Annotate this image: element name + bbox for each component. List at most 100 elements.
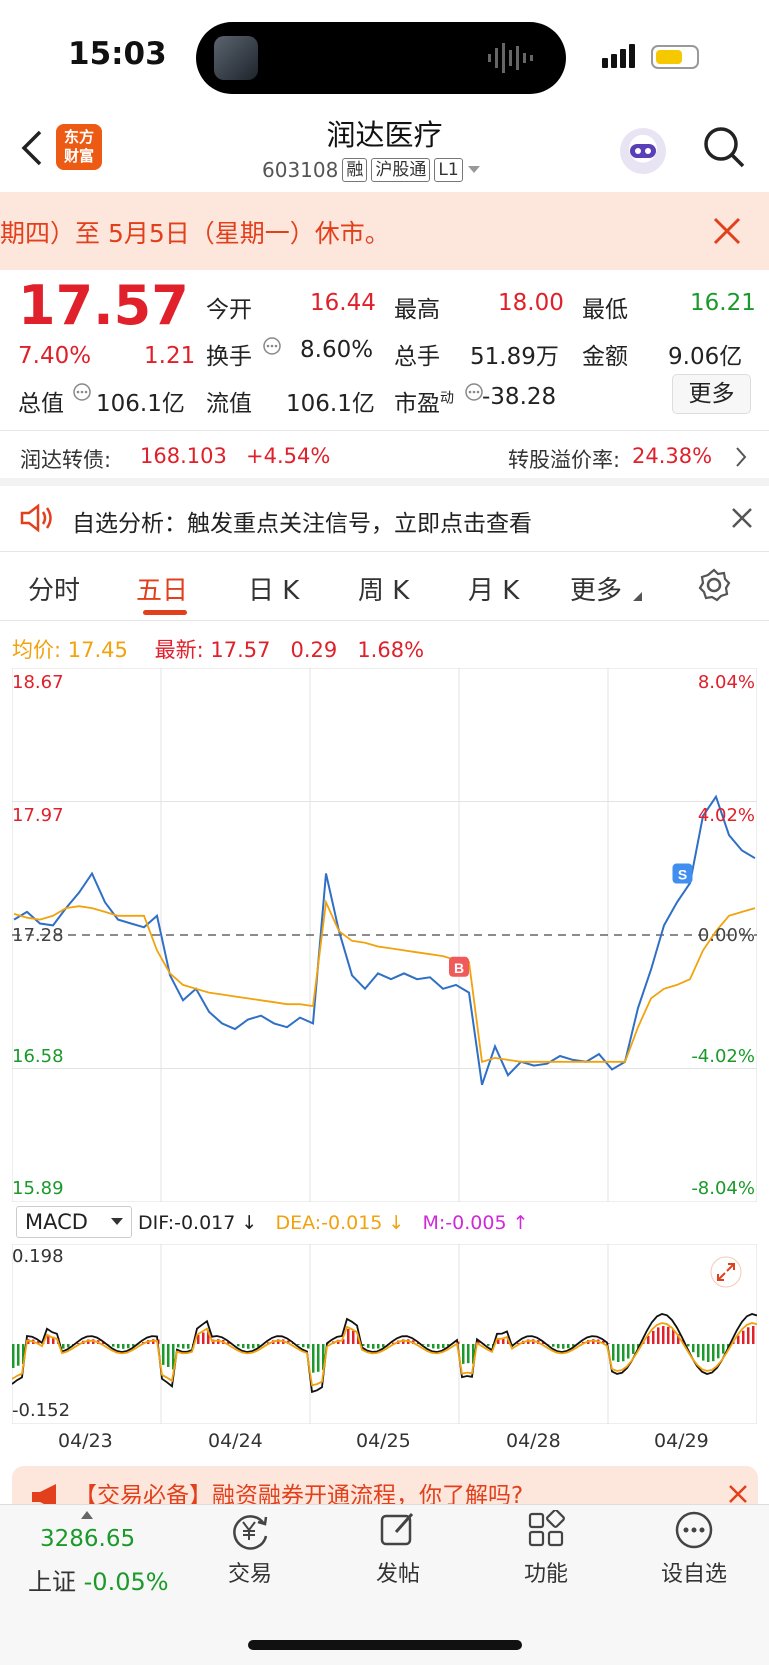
caret-down-icon xyxy=(111,1218,123,1225)
macd-bar xyxy=(437,1344,440,1349)
caret-down-icon xyxy=(633,592,642,601)
premium-value: 24.38% xyxy=(632,444,713,468)
macd-bar xyxy=(122,1344,125,1349)
active-tab-indicator xyxy=(143,610,187,615)
more-dots-icon[interactable] xyxy=(262,336,282,356)
y-tick-left: 16.58 xyxy=(12,1046,64,1067)
more-dots-icon[interactable] xyxy=(464,382,484,402)
macd-bar xyxy=(377,1344,380,1349)
macd-bar xyxy=(627,1344,630,1359)
robot-assistant-icon[interactable] xyxy=(620,128,666,174)
y-tick-left: 15.89 xyxy=(12,1178,64,1199)
caret-up-icon[interactable] xyxy=(80,1510,94,1520)
y-tick-right: -4.02% xyxy=(691,1046,755,1067)
close-icon[interactable] xyxy=(712,216,742,246)
macd-bar xyxy=(17,1344,20,1366)
connect-tag: 沪股通 xyxy=(371,158,431,182)
macd-bar xyxy=(432,1344,435,1349)
y-tick-left: 17.28 xyxy=(12,925,64,946)
y-tick-left: 17.97 xyxy=(12,805,64,826)
high-value: 18.00 xyxy=(498,290,564,316)
analysis-text[interactable]: 自选分析：触发重点关注信号，立即点击查看 xyxy=(72,504,532,538)
macd-bar xyxy=(752,1326,755,1344)
macd-chart[interactable] xyxy=(12,1244,757,1424)
index-value[interactable]: 3286.65 xyxy=(40,1526,135,1552)
macd-bar xyxy=(167,1344,170,1367)
macd-bar xyxy=(467,1344,470,1364)
macd-bar xyxy=(347,1329,350,1344)
more-button[interactable]: 更多 xyxy=(672,374,751,414)
macd-bar xyxy=(667,1326,670,1344)
function-button[interactable]: 功能 xyxy=(496,1510,596,1588)
amount-value: 9.06亿 xyxy=(668,344,743,370)
amount-label: 金额 xyxy=(582,344,628,370)
more-dots-icon[interactable] xyxy=(72,382,92,402)
level-tag[interactable]: L1 xyxy=(434,158,463,182)
macd-bar xyxy=(202,1332,205,1344)
y-tick-right: 0.00% xyxy=(697,925,755,946)
macd-bar xyxy=(747,1327,750,1344)
gear-icon[interactable] xyxy=(697,568,731,602)
macd-y-bottom: -0.152 xyxy=(12,1400,71,1421)
edit-icon xyxy=(380,1513,414,1546)
macd-bar xyxy=(617,1344,620,1362)
tab-monthly-k[interactable]: 月 K xyxy=(468,570,519,607)
change-amount: 1.21 xyxy=(144,343,196,369)
macd-bar xyxy=(367,1344,370,1348)
add-watchlist-button[interactable]: 设自选 xyxy=(644,1510,744,1588)
battery-icon xyxy=(651,45,699,69)
audio-waveform-icon xyxy=(488,43,533,73)
post-button[interactable]: 发帖 xyxy=(348,1510,448,1588)
now-playing-thumbnail[interactable] xyxy=(214,36,258,80)
date-label: 04/28 xyxy=(506,1430,561,1452)
macd-bar xyxy=(702,1344,705,1361)
macd-bar xyxy=(717,1344,720,1359)
date-label: 04/24 xyxy=(208,1430,263,1452)
y-tick-left: 18.67 xyxy=(12,672,64,693)
float-value: 106.1亿 xyxy=(286,391,375,417)
tab-five-day[interactable]: 五日 xyxy=(136,570,188,607)
premium-label: 转股溢价率: xyxy=(508,448,621,472)
macd-bar xyxy=(462,1344,465,1364)
close-icon[interactable] xyxy=(730,506,754,530)
tab-more[interactable]: 更多 xyxy=(570,570,622,607)
status-time: 15:03 xyxy=(68,36,167,72)
tab-daily-k[interactable]: 日 K xyxy=(248,570,299,607)
volume-label: 总手 xyxy=(394,344,440,370)
svg-text:S: S xyxy=(678,867,687,883)
trade-button[interactable]: 交易 xyxy=(200,1510,300,1588)
buy-marker: B xyxy=(449,956,469,977)
macd-bar xyxy=(182,1344,185,1349)
macd-bar xyxy=(552,1344,555,1347)
change-pct: 7.40% xyxy=(18,343,92,369)
expand-icon[interactable] xyxy=(710,1256,742,1288)
macd-selector[interactable]: MACD xyxy=(16,1206,132,1238)
dynamic-island xyxy=(196,22,566,94)
low-value: 16.21 xyxy=(690,290,756,316)
sell-marker: S xyxy=(672,863,693,884)
five-day-price-chart[interactable]: BS xyxy=(12,668,757,1202)
macd-bar xyxy=(707,1344,710,1362)
caret-down-icon[interactable] xyxy=(467,165,481,175)
macd-bar xyxy=(307,1344,310,1349)
bond-name[interactable]: 润达转债: xyxy=(20,444,111,474)
index-name-change[interactable]: 上证 -0.05% xyxy=(28,1562,169,1597)
macd-bar xyxy=(427,1344,430,1347)
macd-bar xyxy=(487,1344,490,1346)
chevron-right-icon[interactable] xyxy=(734,446,748,468)
y-tick-right: 4.02% xyxy=(697,805,755,826)
tab-intraday[interactable]: 分时 xyxy=(28,570,80,607)
open-value: 16.44 xyxy=(310,290,376,316)
close-icon[interactable] xyxy=(728,1484,748,1504)
market-closed-notice: 期四）至 5月5日（星期一）休市。 xyxy=(0,192,769,270)
margin-tag: 融 xyxy=(342,158,368,182)
tab-weekly-k[interactable]: 周 K xyxy=(358,570,409,607)
turnover-label: 换手 xyxy=(206,344,252,370)
open-label: 今开 xyxy=(206,297,252,323)
macd-bar xyxy=(247,1344,250,1349)
macd-bar xyxy=(117,1344,120,1349)
search-icon[interactable] xyxy=(703,126,747,170)
macd-bar xyxy=(67,1344,70,1348)
macd-bar xyxy=(562,1344,565,1349)
signal-icon xyxy=(602,44,635,68)
